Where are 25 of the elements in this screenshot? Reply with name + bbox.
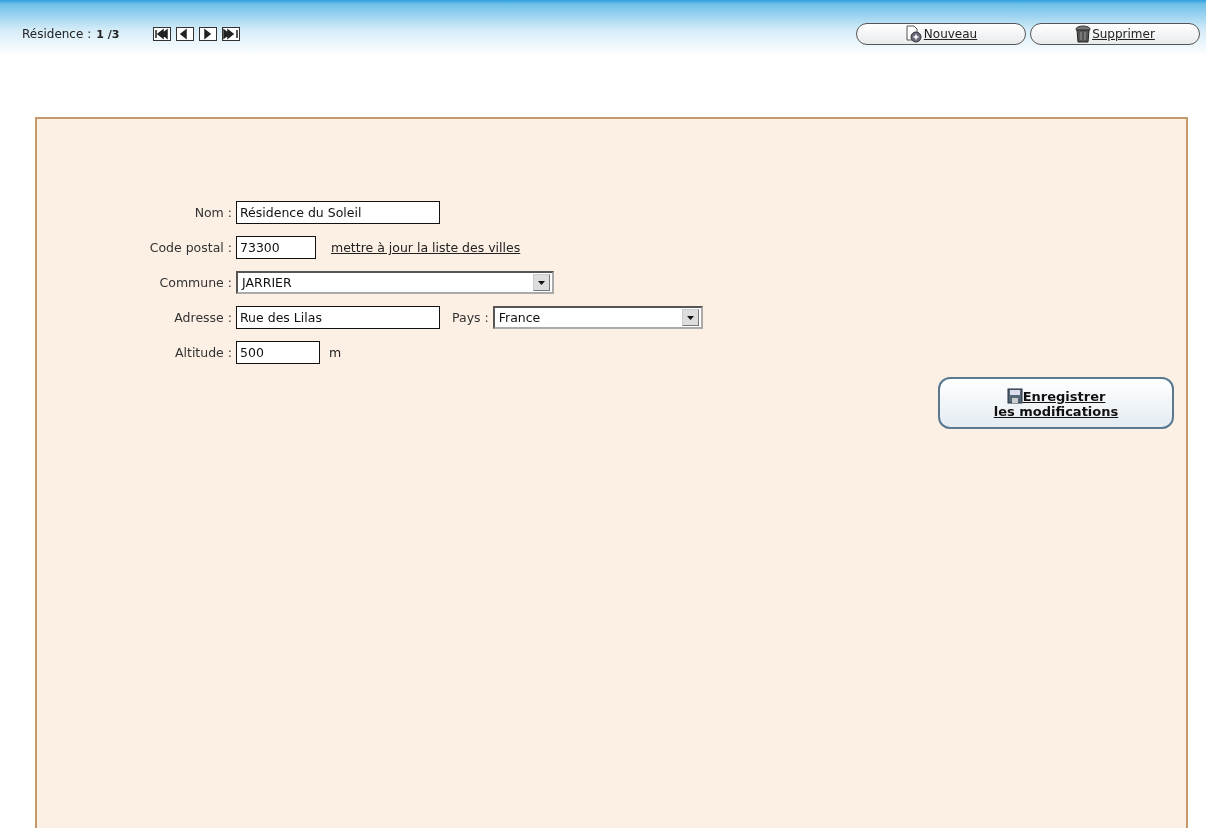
input-field[interactable]: 500	[236, 341, 320, 364]
delete-button[interactable]: Supprimer	[1030, 23, 1200, 45]
input-field[interactable]: Résidence du Soleil	[236, 201, 440, 224]
record-label: Résidence :	[22, 27, 92, 41]
dropdown-field[interactable]: JARRIER	[236, 271, 554, 294]
field-label: Pays :	[451, 310, 490, 325]
field-label: Altitude :	[173, 345, 233, 360]
unit-label: m	[329, 345, 342, 360]
document-plus-icon	[904, 25, 923, 43]
new-button[interactable]: Nouveau	[856, 23, 1026, 45]
field-label: Commune :	[158, 275, 233, 290]
skip-back-icon[interactable]	[153, 26, 172, 42]
trash-can-icon	[1075, 25, 1092, 43]
field-label: Code postal :	[148, 240, 233, 255]
play-forward-icon[interactable]	[199, 26, 218, 42]
field-label: Adresse :	[173, 310, 233, 325]
input-field[interactable]: Rue des Lilas	[236, 306, 440, 329]
skip-forward-icon[interactable]	[222, 26, 241, 42]
save-button[interactable]: Enregistrer les modifications	[938, 377, 1174, 429]
field-label: Nom :	[193, 205, 233, 220]
play-back-icon[interactable]	[176, 26, 195, 42]
update-link[interactable]: mettre à jour la liste des villes	[331, 240, 521, 255]
dropdown-field[interactable]: France	[492, 306, 703, 329]
record-counter: 1 /3	[96, 27, 120, 41]
input-field[interactable]: 73300	[236, 236, 316, 259]
